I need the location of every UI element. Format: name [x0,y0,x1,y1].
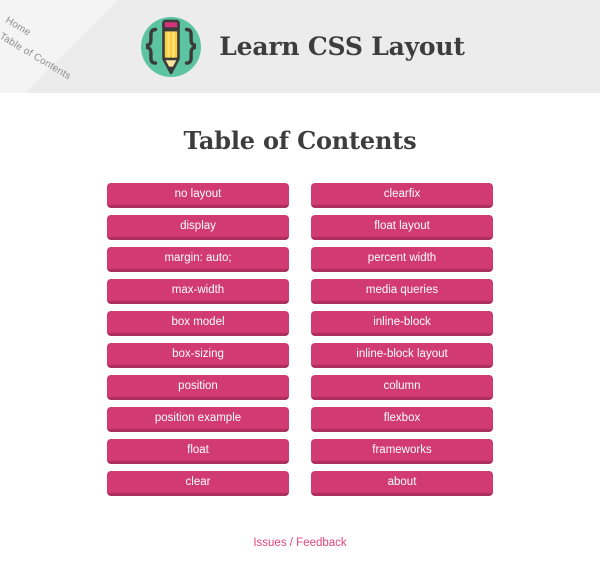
site-footer: Issues / Feedback [0,496,600,551]
issues-feedback-link[interactable]: Issues / Feedback [253,537,346,549]
corner-nav: Home Table of Contents [0,0,150,93]
corner-link-table-of-contents[interactable]: Table of Contents [0,31,73,82]
main-content: Table of Contents no layout display marg… [0,93,600,496]
toc-item-max-width[interactable]: max-width [107,279,289,304]
toc-item-column[interactable]: column [311,375,493,400]
toc-item-no-layout[interactable]: no layout [107,183,289,208]
toc-item-float[interactable]: float [107,439,289,464]
toc-item-clearfix[interactable]: clearfix [311,183,493,208]
site-title: Learn CSS Layout [219,32,465,61]
toc-item-box-model[interactable]: box model [107,311,289,336]
site-header: Home Table of Contents Learn CSS Layout [0,0,600,93]
toc-column-right: clearfix float layout percent width medi… [311,183,493,496]
toc-item-flexbox[interactable]: flexbox [311,407,493,432]
toc-item-float-layout[interactable]: float layout [311,215,493,240]
toc-item-clear[interactable]: clear [107,471,289,496]
page-title: Table of Contents [183,126,417,155]
toc-item-inline-block-layout[interactable]: inline-block layout [311,343,493,368]
toc-column-left: no layout display margin: auto; max-widt… [107,183,289,496]
toc-item-about[interactable]: about [311,471,493,496]
toc-item-position[interactable]: position [107,375,289,400]
toc-item-margin-auto[interactable]: margin: auto; [107,247,289,272]
toc-item-box-sizing[interactable]: box-sizing [107,343,289,368]
toc-item-percent-width[interactable]: percent width [311,247,493,272]
toc-item-media-queries[interactable]: media queries [311,279,493,304]
toc-item-display[interactable]: display [107,215,289,240]
toc-item-frameworks[interactable]: frameworks [311,439,493,464]
table-of-contents: no layout display margin: auto; max-widt… [107,155,493,496]
toc-item-inline-block[interactable]: inline-block [311,311,493,336]
toc-item-position-example[interactable]: position example [107,407,289,432]
